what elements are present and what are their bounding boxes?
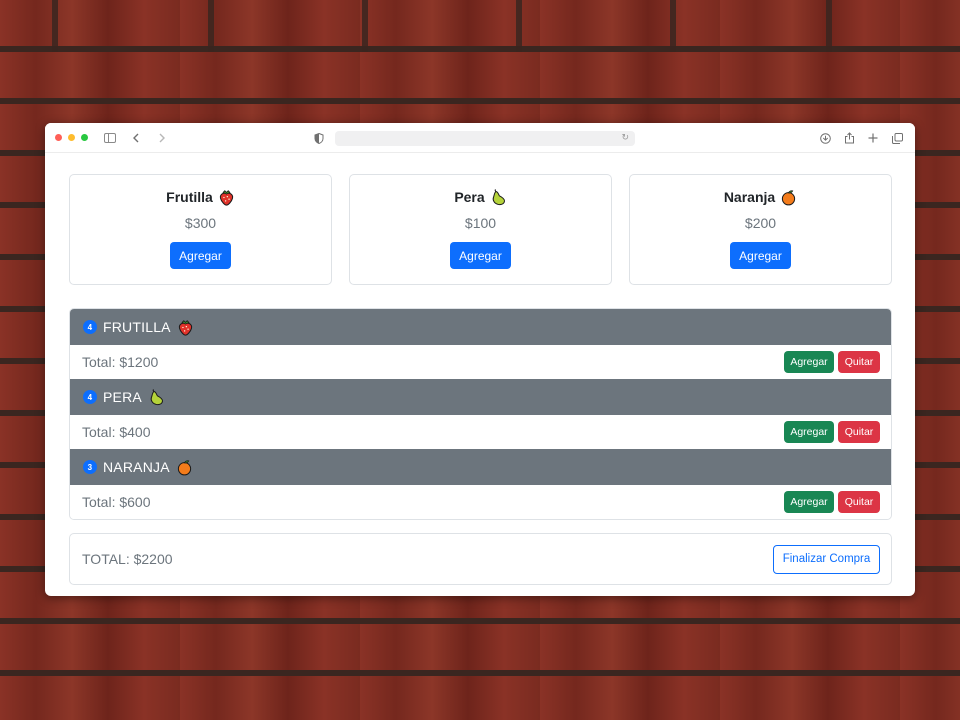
new-tab-icon[interactable]	[865, 130, 881, 146]
product-title: Pera	[454, 188, 506, 206]
product-price: $300	[184, 215, 217, 231]
add-pera-button[interactable]: Agregar	[450, 242, 511, 269]
cart-item-header: 4 PERA	[70, 379, 891, 415]
add-naranja-button[interactable]: Agregar	[730, 242, 791, 269]
cart-summary: TOTAL: $2200 Finalizar Compra	[69, 533, 892, 585]
cart-item-name: PERA	[103, 389, 142, 405]
cart-item-body: Total: $600 Agregar Quitar	[70, 485, 891, 519]
product-title: Naranja	[724, 188, 797, 206]
cart-item-actions: Agregar Quitar	[784, 351, 880, 373]
strawberry-icon	[218, 189, 235, 206]
brick-mortar	[670, 0, 676, 52]
product-name: Pera	[454, 189, 485, 205]
quantity-badge: 3	[83, 460, 97, 474]
product-card: Pera $100 Agregar	[349, 174, 612, 285]
remove-naranja-button[interactable]: Quitar	[838, 491, 880, 513]
product-title: Frutilla	[166, 188, 235, 206]
increase-frutilla-button[interactable]: Agregar	[784, 351, 834, 373]
remove-frutilla-button[interactable]: Quitar	[838, 351, 880, 373]
cart-item-header: 4 FRUTILLA	[70, 309, 891, 345]
brick-mortar	[208, 0, 214, 52]
quantity-badge: 4	[83, 390, 97, 404]
product-name: Naranja	[723, 189, 776, 205]
reload-icon[interactable]: ↻	[621, 132, 629, 143]
share-icon[interactable]	[841, 130, 857, 146]
orange-icon	[176, 459, 193, 476]
forward-icon[interactable]	[154, 130, 170, 146]
maximize-window-button[interactable]	[81, 134, 88, 141]
brick-mortar	[826, 0, 832, 52]
browser-toolbar: ↻	[45, 123, 915, 153]
product-card: Frutilla $300 Agregar	[69, 174, 332, 285]
product-price: $200	[744, 215, 777, 231]
add-frutilla-button[interactable]: Agregar	[170, 242, 231, 269]
increase-naranja-button[interactable]: Agregar	[784, 491, 834, 513]
cart-item-total: Total: $600	[82, 494, 151, 510]
brick-mortar	[362, 0, 368, 52]
page-content: Frutilla $300 Agregar Pera $100 Agregar	[45, 153, 915, 585]
brick-mortar	[516, 0, 522, 52]
cart-list: 4 FRUTILLA Total: $1200 Agregar Quitar 4…	[69, 308, 892, 520]
minimize-window-button[interactable]	[68, 134, 75, 141]
cart-item-name: FRUTILLA	[103, 319, 171, 335]
close-window-button[interactable]	[55, 134, 62, 141]
cart-item-body: Total: $1200 Agregar Quitar	[70, 345, 891, 379]
sidebar-toggle-icon[interactable]	[102, 130, 118, 146]
cart-item-header: 3 NARANJA	[70, 449, 891, 485]
cart-item-actions: Agregar Quitar	[784, 421, 880, 443]
browser-window: ↻ Frutilla $300 Agregar Pera $100 Agrega…	[45, 123, 915, 596]
cart-item-body: Total: $400 Agregar Quitar	[70, 415, 891, 449]
tabs-overview-icon[interactable]	[889, 130, 905, 146]
window-controls	[55, 134, 88, 141]
cart-item-name: NARANJA	[103, 459, 170, 475]
quantity-badge: 4	[83, 320, 97, 334]
cart-item-actions: Agregar Quitar	[784, 491, 880, 513]
cart-item-total: Total: $400	[82, 424, 151, 440]
remove-pera-button[interactable]: Quitar	[838, 421, 880, 443]
increase-pera-button[interactable]: Agregar	[784, 421, 834, 443]
product-cards: Frutilla $300 Agregar Pera $100 Agregar	[69, 174, 892, 285]
pear-icon	[490, 188, 507, 206]
checkout-button[interactable]: Finalizar Compra	[773, 544, 880, 574]
product-name: Frutilla	[166, 189, 213, 205]
orange-icon	[780, 189, 797, 206]
product-price: $100	[464, 215, 497, 231]
cart-item-total: Total: $1200	[82, 354, 159, 370]
brick-mortar	[52, 0, 58, 52]
shield-icon[interactable]	[311, 130, 327, 146]
strawberry-icon	[177, 319, 194, 336]
download-icon[interactable]	[817, 130, 833, 146]
product-card: Naranja $200 Agregar	[629, 174, 892, 285]
pear-icon	[148, 388, 165, 406]
back-icon[interactable]	[128, 130, 144, 146]
grand-total: TOTAL: $2200	[82, 551, 173, 567]
address-bar[interactable]: ↻	[335, 130, 635, 146]
